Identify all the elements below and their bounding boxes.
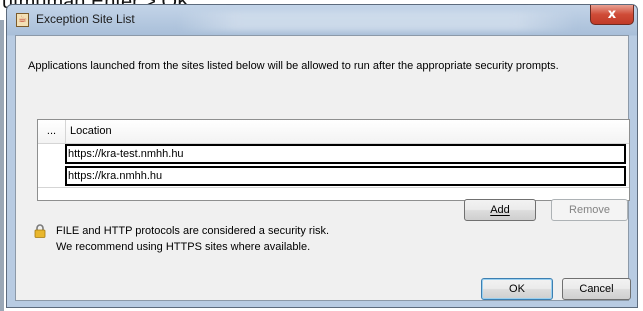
dialog-content: Applications launched from the sites lis…: [15, 35, 631, 301]
warning-line-1: FILE and HTTP protocols are considered a…: [56, 225, 330, 237]
title-bar[interactable]: ☕ Exception Site List x: [7, 5, 637, 35]
location-cell[interactable]: https://kra-test.nmhh.hu: [65, 144, 626, 164]
column-header-location[interactable]: Location: [70, 120, 112, 143]
close-button[interactable]: x: [590, 5, 634, 25]
table-header: ... Location: [38, 120, 629, 144]
remove-button-label: Remove: [569, 204, 610, 216]
remove-button[interactable]: Remove: [551, 199, 628, 221]
description-text: Applications launched from the sites lis…: [28, 60, 559, 72]
table-row[interactable]: https://kra-test.nmhh.hu: [38, 144, 629, 164]
location-cell[interactable]: https://kra.nmhh.hu: [65, 166, 626, 186]
column-header-dots[interactable]: ...: [38, 120, 66, 143]
title-bar-background-blur: [177, 11, 577, 31]
security-warning: FILE and HTTP protocols are considered a…: [56, 223, 329, 255]
window-title: Exception Site List: [36, 12, 135, 26]
warning-line-2: We recommend using HTTPS sites where ava…: [56, 241, 311, 253]
add-button[interactable]: Add: [464, 199, 536, 221]
ok-button[interactable]: OK: [481, 278, 553, 300]
table-row-divider: [38, 187, 629, 188]
java-icon: ☕: [16, 13, 29, 27]
background-window-edge: [0, 20, 4, 311]
add-button-label: Add: [490, 204, 510, 216]
cancel-button[interactable]: Cancel: [562, 278, 631, 300]
row-marker-cell: [38, 144, 66, 164]
row-marker-cell: [38, 166, 66, 186]
table-row[interactable]: https://kra.nmhh.hu: [38, 166, 629, 186]
exception-site-list-dialog: ☕ Exception Site List x Applications lau…: [6, 4, 638, 308]
site-list-table[interactable]: ... Location https://kra-test.nmhh.hu ht…: [37, 119, 630, 201]
lock-icon: [34, 224, 46, 238]
